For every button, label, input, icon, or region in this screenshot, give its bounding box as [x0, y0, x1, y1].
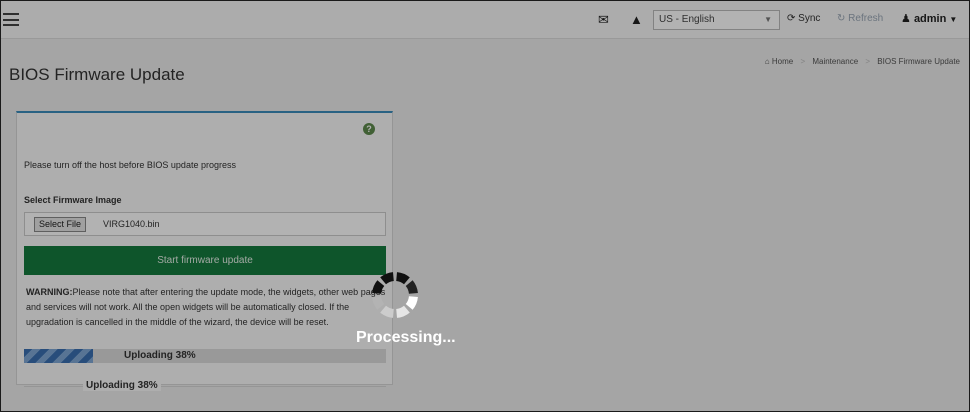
processing-message: Processing... — [356, 329, 456, 346]
spinner-segment — [405, 280, 418, 294]
spinner-segment — [405, 296, 418, 310]
spinner-segment — [380, 305, 394, 318]
spinner-segment — [380, 272, 394, 285]
loading-spinner-icon — [372, 272, 418, 318]
spinner-segment — [396, 272, 410, 285]
spinner-segment — [372, 296, 385, 310]
processing-overlay: Processing... — [1, 1, 969, 411]
spinner-segment — [372, 280, 385, 294]
spinner-segment — [396, 305, 410, 318]
